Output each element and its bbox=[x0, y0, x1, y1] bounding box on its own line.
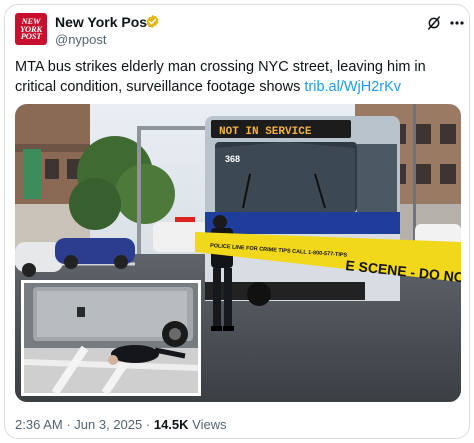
views-label: Views bbox=[192, 417, 227, 432]
tweet-card[interactable]: NEW YORK POST New York Post @nypost MTA bu… bbox=[4, 4, 470, 439]
tweet-text: MTA bus strikes elderly man crossing NYC… bbox=[15, 57, 463, 97]
display-name[interactable]: New York Post bbox=[55, 14, 152, 30]
tweet-date[interactable]: Jun 3, 2025 bbox=[74, 417, 142, 432]
meta-separator: · bbox=[66, 417, 71, 432]
user-handle[interactable]: @nypost bbox=[55, 32, 107, 47]
more-options-icon[interactable] bbox=[450, 21, 464, 25]
bus-number: 368 bbox=[225, 154, 240, 164]
tweet-link[interactable]: trib.al/WjH2rKv bbox=[304, 79, 401, 95]
views-count: 14.5K bbox=[153, 417, 189, 432]
grok-icon[interactable] bbox=[426, 15, 442, 31]
bus-destination-sign: NOT IN SERVICE bbox=[219, 126, 312, 138]
tweet-photo[interactable]: NOT IN SERVICE 368 E SCENE - DO NO POLIC… bbox=[15, 104, 461, 402]
avatar[interactable]: NEW YORK POST bbox=[15, 13, 47, 45]
street-sign bbox=[23, 149, 41, 199]
surveillance-inset bbox=[21, 280, 201, 396]
tweet-metadata: 2:36 AM · Jun 3, 2025 · 14.5K Views bbox=[15, 417, 227, 432]
verified-badge-icon bbox=[146, 14, 159, 29]
bus: NOT IN SERVICE 368 bbox=[205, 116, 400, 306]
tweet-time[interactable]: 2:36 AM bbox=[15, 417, 63, 432]
meta-separator-2: · bbox=[145, 417, 151, 432]
